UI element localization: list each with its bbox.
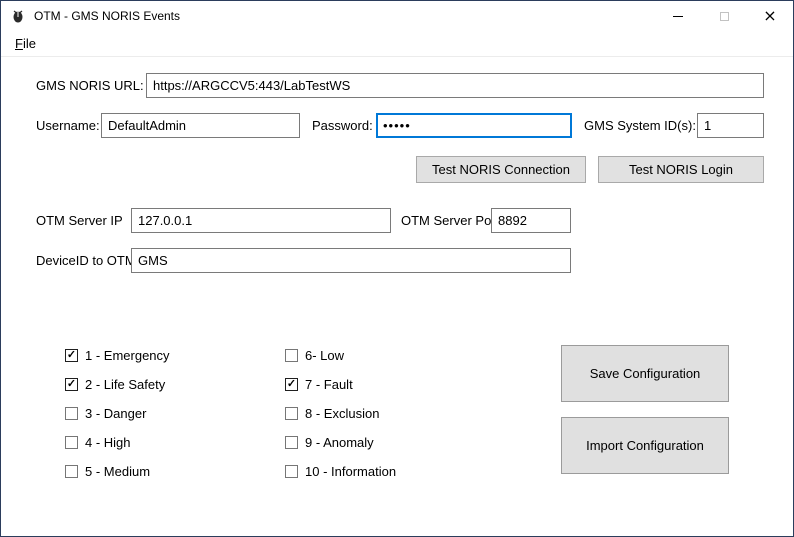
username-input[interactable] [101, 113, 300, 138]
severity-checkbox[interactable]: 9 - Anomaly [285, 432, 396, 452]
device-id-input[interactable] [131, 248, 571, 273]
checkbox-unchecked-icon[interactable] [65, 436, 78, 449]
severity-checkbox[interactable]: 3 - Danger [65, 403, 170, 423]
maximize-icon [720, 12, 729, 21]
app-window: OTM - GMS NORIS Events × File GMS NORIS … [0, 0, 794, 537]
otm-server-ip-input[interactable] [131, 208, 391, 233]
checkbox-label: 3 - Danger [85, 406, 146, 421]
severity-checkbox[interactable]: ✓ 1 - Emergency [65, 345, 170, 365]
checkbox-label: 2 - Life Safety [85, 377, 165, 392]
severity-checkbox[interactable]: 10 - Information [285, 461, 396, 481]
checkbox-label: 1 - Emergency [85, 348, 170, 363]
checkbox-unchecked-icon[interactable] [285, 465, 298, 478]
checkbox-label: 5 - Medium [85, 464, 150, 479]
severity-checkbox[interactable]: 4 - High [65, 432, 170, 452]
noris-url-input[interactable] [146, 73, 764, 98]
checkbox-checked-icon[interactable]: ✓ [65, 349, 78, 362]
minimize-icon [673, 16, 683, 17]
gms-system-ids-label: GMS System ID(s): [584, 113, 696, 138]
minimize-button[interactable] [655, 1, 701, 31]
test-noris-login-button[interactable]: Test NORIS Login [598, 156, 764, 183]
checkbox-checked-icon[interactable]: ✓ [65, 378, 78, 391]
window-controls: × [655, 1, 793, 31]
otm-server-ip-label: OTM Server IP [36, 208, 123, 233]
save-configuration-button[interactable]: Save Configuration [561, 345, 729, 402]
titlebar: OTM - GMS NORIS Events × [1, 1, 793, 31]
severity-checkbox[interactable]: ✓ 7 - Fault [285, 374, 396, 394]
checkbox-unchecked-icon[interactable] [285, 407, 298, 420]
device-id-label: DeviceID to OTM [36, 248, 136, 273]
window-title: OTM - GMS NORIS Events [34, 9, 180, 23]
menu-file[interactable]: File [9, 33, 42, 54]
checkbox-checked-icon[interactable]: ✓ [285, 378, 298, 391]
checkbox-unchecked-icon[interactable] [285, 349, 298, 362]
password-input[interactable] [376, 113, 572, 138]
severity-checkbox-column-1: ✓ 1 - Emergency ✓ 2 - Life Safety 3 - Danger… [65, 345, 170, 490]
checkbox-unchecked-icon[interactable] [65, 407, 78, 420]
otm-server-port-input[interactable] [491, 208, 571, 233]
import-configuration-button[interactable]: Import Configuration [561, 417, 729, 474]
maximize-button[interactable] [701, 1, 747, 31]
severity-checkbox[interactable]: 5 - Medium [65, 461, 170, 481]
checkbox-label: 8 - Exclusion [305, 406, 379, 421]
severity-checkbox[interactable]: ✓ 2 - Life Safety [65, 374, 170, 394]
severity-checkbox[interactable]: 8 - Exclusion [285, 403, 396, 423]
password-label: Password: [312, 113, 373, 138]
checkbox-unchecked-icon[interactable] [65, 465, 78, 478]
test-noris-connection-button[interactable]: Test NORIS Connection [416, 156, 586, 183]
checkbox-label: 4 - High [85, 435, 131, 450]
menubar: File [1, 31, 793, 57]
close-icon: × [763, 8, 776, 24]
checkbox-unchecked-icon[interactable] [285, 436, 298, 449]
checkbox-label: 7 - Fault [305, 377, 353, 392]
severity-checkbox[interactable]: 6- Low [285, 345, 396, 365]
app-icon [10, 8, 26, 24]
close-button[interactable]: × [747, 1, 793, 31]
username-label: Username: [36, 113, 100, 138]
severity-checkbox-column-2: 6- Low ✓ 7 - Fault 8 - Exclusion 9 - Anomaly… [285, 345, 396, 490]
gms-system-ids-input[interactable] [697, 113, 764, 138]
noris-url-label: GMS NORIS URL: [36, 73, 144, 98]
checkbox-label: 10 - Information [305, 464, 396, 479]
checkbox-label: 6- Low [305, 348, 344, 363]
otm-server-port-label: OTM Server Por [401, 208, 496, 233]
checkbox-label: 9 - Anomaly [305, 435, 374, 450]
